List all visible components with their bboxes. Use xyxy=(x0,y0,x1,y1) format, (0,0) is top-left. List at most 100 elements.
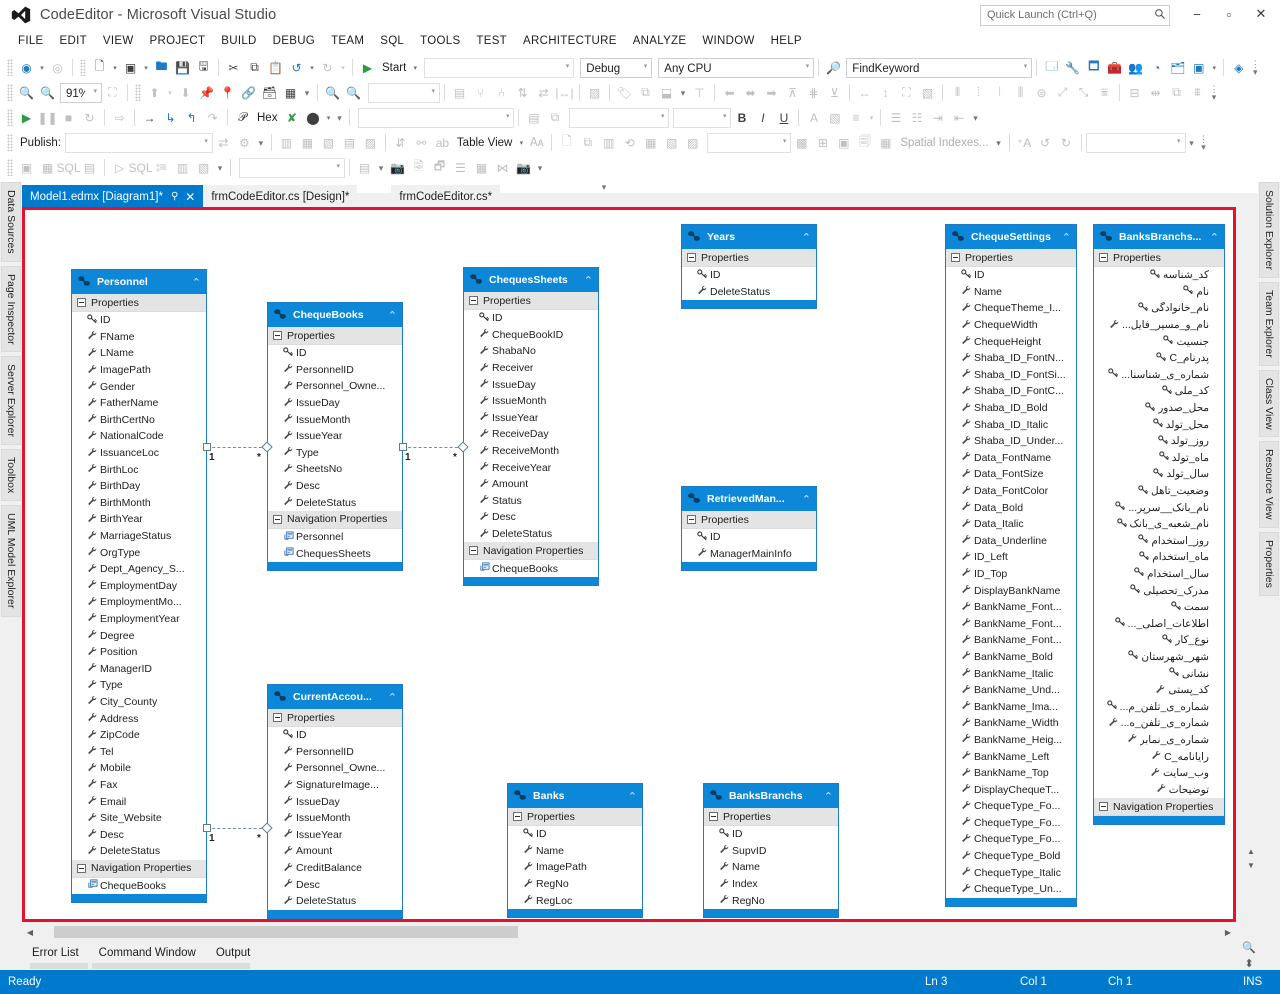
entity-property[interactable]: جنسیت xyxy=(1094,333,1224,350)
generate-script-icon[interactable]: 🗋 xyxy=(556,132,577,153)
entity-property[interactable]: EmploymentDay xyxy=(72,578,206,595)
entity-property[interactable]: سال_استخدام xyxy=(1094,566,1224,583)
undo-icon[interactable]: ↺ xyxy=(286,57,307,78)
entity-property[interactable]: IssueYear xyxy=(268,428,402,445)
cut-icon[interactable]: ✂ xyxy=(223,57,244,78)
scroll-right-icon[interactable]: ▶ xyxy=(1220,928,1236,937)
entity-header[interactable]: Banks ⌃ xyxy=(508,784,642,808)
add-index-icon[interactable]: ▣ xyxy=(833,132,854,153)
association-endpoint[interactable] xyxy=(399,443,407,451)
entity-property[interactable]: IssuanceLoc xyxy=(72,445,206,462)
entity-property[interactable]: RegNo xyxy=(704,892,838,909)
toolbar-overflow-icon[interactable]: ⋮ ▾ xyxy=(1198,134,1210,151)
entity-property[interactable]: Data_FontName xyxy=(946,450,1076,467)
entity-property[interactable]: شماره_ی_تلفن_م... xyxy=(1094,698,1224,715)
menu-item-debug[interactable]: DEBUG xyxy=(265,33,323,49)
entity-property[interactable]: سال_تولد xyxy=(1094,466,1224,483)
navigation-property[interactable]: Personnel xyxy=(268,529,402,546)
entity-property[interactable]: روز_استخدام xyxy=(1094,533,1224,550)
tool-tab-resource-view[interactable]: Resource View xyxy=(1259,441,1279,528)
space-vertical-icon[interactable]: ⫼ xyxy=(1010,82,1031,103)
entity-property[interactable]: BankName_Font... xyxy=(946,599,1076,616)
toolbar-overflow-icon[interactable]: ▾ xyxy=(255,138,267,147)
entity-property[interactable]: نام_بانک__سرپر... xyxy=(1094,499,1224,516)
tool-tab-team-explorer[interactable]: Team Explorer xyxy=(1259,281,1279,366)
entity-property[interactable]: BankName_Font... xyxy=(946,632,1076,649)
entity-property[interactable]: Shaba_ID_Bold xyxy=(946,400,1076,417)
space-across-icon[interactable]: ⦙ xyxy=(968,82,989,103)
solution-platform-combo[interactable]: Any CPU xyxy=(658,57,815,78)
entity-property[interactable]: نام_خانوادگی xyxy=(1094,300,1224,317)
undo-caret-icon[interactable]: ▾ xyxy=(307,64,317,72)
thread-icon[interactable]: ⬤ xyxy=(302,107,323,128)
results-pane-icon[interactable]: ▤ xyxy=(79,157,100,178)
font-color-icon[interactable]: A xyxy=(803,107,824,128)
reorder-icon[interactable]: ⬓ xyxy=(656,82,677,103)
entity-property[interactable]: BankName_Width xyxy=(946,715,1076,732)
entity-property[interactable]: ChequeType_Fo... xyxy=(946,798,1076,815)
association-line[interactable] xyxy=(207,828,267,829)
spatial-indexes-label[interactable]: Spatial Indexes... xyxy=(896,137,992,149)
layout-combo[interactable] xyxy=(368,82,440,103)
zoom-slider-icon[interactable]: ⬍ xyxy=(1245,957,1254,970)
start-caret-icon[interactable]: ▾ xyxy=(410,64,420,72)
command-caret-icon[interactable]: ▾ xyxy=(1209,64,1219,72)
expander-icon[interactable] xyxy=(273,514,282,524)
scroll-up-icon[interactable]: ▲ xyxy=(1244,847,1258,861)
toolbar-grip[interactable] xyxy=(135,84,141,101)
entity-property[interactable]: Position xyxy=(72,644,206,661)
toolbar-overflow-icon[interactable]: ▾ xyxy=(333,113,345,122)
entity-property[interactable]: Data_Bold xyxy=(946,499,1076,516)
bring-caret-icon[interactable]: ▾ xyxy=(165,89,175,97)
entity-property[interactable]: ID xyxy=(704,826,838,843)
add-table-icon[interactable]: ▥ xyxy=(172,157,193,178)
entity-property[interactable]: شماره_ی_نمابر xyxy=(1094,732,1224,749)
alias-icon[interactable]: ab xyxy=(432,132,453,153)
bring-to-front-icon[interactable]: ⬆ xyxy=(144,82,165,103)
association-line[interactable] xyxy=(207,447,267,448)
entity-property[interactable]: Data_FontColor xyxy=(946,483,1076,500)
entity-property[interactable]: Shaba_ID_FontSi... xyxy=(946,367,1076,384)
group-icon[interactable]: ⑂ xyxy=(470,82,491,103)
properties-section[interactable]: Properties xyxy=(464,292,598,310)
horizontal-scrollbar[interactable]: ◀ ▶ xyxy=(22,924,1236,940)
entity-property[interactable]: IssueMonth xyxy=(464,393,598,410)
table-view-label[interactable]: Table View xyxy=(453,137,516,149)
add-item-caret-icon[interactable]: ▾ xyxy=(141,64,151,72)
entity-property[interactable]: نشانی xyxy=(1094,665,1224,682)
entity-property[interactable]: IssueYear xyxy=(268,827,402,844)
entity-property[interactable]: Desc xyxy=(72,826,206,843)
entity-property[interactable]: Desc xyxy=(464,509,598,526)
save-icon[interactable]: 💾 xyxy=(172,57,193,78)
swap-icon[interactable]: ⇄ xyxy=(533,82,554,103)
entity-property[interactable]: ID xyxy=(682,529,816,546)
expander-icon[interactable] xyxy=(77,863,86,873)
entity-box[interactable]: ChequesSheets ⌃ Properties ID ChequeBookID Sh… xyxy=(463,267,599,586)
toolbar-grip[interactable] xyxy=(7,84,13,101)
expander-icon[interactable] xyxy=(273,331,282,340)
entity-property[interactable]: ID xyxy=(946,267,1076,284)
sql-target-combo[interactable] xyxy=(239,157,345,178)
entity-property[interactable]: Desc xyxy=(268,478,402,495)
align-right-icon[interactable]: ➡ xyxy=(761,82,782,103)
entity-header[interactable]: BanksBranchs... ⌃ xyxy=(1094,225,1224,249)
entity-property[interactable]: نام_شعبه_ی_بانک xyxy=(1094,516,1224,533)
sort-icon[interactable]: ⇅ xyxy=(512,82,533,103)
entity-property[interactable]: BankName_Bold xyxy=(946,649,1076,666)
entity-property[interactable]: ChequeType_Italic xyxy=(946,864,1076,881)
entity-property[interactable]: BankName_Top xyxy=(946,765,1076,782)
entity-property[interactable]: نام xyxy=(1094,284,1224,301)
start-button-label[interactable]: Start xyxy=(378,62,410,74)
toolbar-overflow-icon[interactable]: ▾ xyxy=(1186,138,1198,147)
align-tops-icon[interactable]: ⊼ xyxy=(782,82,803,103)
tool-tab-class-view[interactable]: Class View xyxy=(1259,369,1279,438)
tool-tab-uml-model-explorer[interactable]: UML Model Explorer xyxy=(1,505,21,617)
entity-property[interactable]: DeleteStatus xyxy=(268,893,402,910)
object-browser-icon[interactable]: 🗂 xyxy=(1167,57,1188,78)
space-down-icon[interactable]: ⦚ xyxy=(989,82,1010,103)
tool-tab-page-inspector[interactable]: Page Inspector xyxy=(1,265,21,353)
send-backward-icon[interactable]: ⬇ xyxy=(175,82,196,103)
entity-property[interactable]: Personnel_Owne... xyxy=(268,760,402,777)
minimize-button[interactable]: − xyxy=(1182,2,1212,26)
document-tab[interactable]: Model1.edmx [Diagram1]* ⚲ ✕ xyxy=(22,185,204,208)
